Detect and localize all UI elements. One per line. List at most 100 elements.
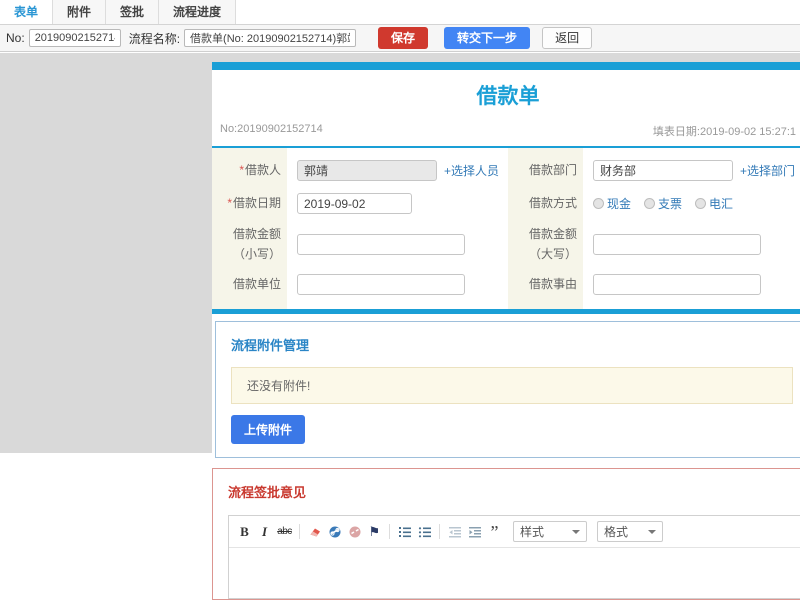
no-label: No: [6,31,25,45]
flag-icon: ⚑ [368,523,381,539]
loan-unit-row: 借款单位 [212,268,508,301]
amount-small-row: 借款金额（小写） [212,220,508,268]
upload-attachment-button[interactable]: 上传附件 [231,415,306,444]
attachment-panel: 流程附件管理 还没有附件! 上传附件 [215,321,800,458]
select-person-link[interactable]: +选择人员 [444,162,499,179]
dropdown-caret-icon [648,529,656,534]
loan-date-input[interactable] [297,193,412,214]
blockquote-button[interactable]: ” [486,521,503,542]
editor-content-area[interactable] [229,548,800,598]
loan-form-panel: 借款单 No:20190902152714 填表日期:2019-09-02 15… [212,62,800,314]
department-input[interactable] [593,160,733,181]
toolbar-separator [439,524,440,539]
required-mark: * [227,196,232,211]
content-column: 借款单 No:20190902152714 填表日期:2019-09-02 15… [212,62,800,600]
method-check-radio[interactable]: 支票 [644,195,682,212]
link-icon [329,526,340,537]
method-wire-radio[interactable]: 电汇 [695,195,733,212]
anchor-button[interactable]: ⚑ [366,523,383,540]
panel-top-bar [212,62,800,70]
fields-right-column: 借款部门 +选择部门 借款方式 现金 支票 电汇 [508,148,800,309]
loan-method-row: 借款方式 现金 支票 电汇 [508,187,800,220]
back-button[interactable]: 返回 [542,27,593,49]
fields-left-column: *借款人 +选择人员 *借款日期 借款金额（小写） [212,148,508,309]
toolbar-separator [299,524,300,539]
command-bar: No: 流程名称: 保存 转交下一步 返回 [0,25,800,52]
quote-icon: ” [490,521,499,542]
italic-icon: I [261,523,268,539]
toolbar-separator [389,524,390,539]
bulleted-list-button[interactable] [416,523,433,540]
required-mark: * [239,163,244,178]
process-name-input[interactable] [184,29,357,47]
workspace-background: 借款单 No:20190902152714 填表日期:2019-09-02 15… [0,53,800,600]
amount-big-row: 借款金额（大写） [508,220,800,268]
loan-unit-label: 借款单位 [232,277,281,292]
approval-panel: 流程签批意见 B I abc ⚑ ” 样式 格式 [212,468,800,600]
form-title: 借款单 [476,85,540,108]
no-input[interactable] [28,29,121,47]
format-dropdown[interactable]: 格式 [597,521,663,542]
department-row: 借款部门 +选择部门 [508,154,800,187]
attachment-heading: 流程附件管理 [231,338,310,353]
bold-button[interactable]: B [236,523,253,540]
forward-next-step-button[interactable]: 转交下一步 [444,27,531,49]
form-meta-row: No:20190902152714 填表日期:2019-09-02 15:27:… [212,123,800,148]
dropdown-caret-icon [572,529,580,534]
numbered-list-button[interactable] [396,523,413,540]
form-no-text: No:20190902152714 [220,123,323,135]
strikethrough-icon: abc [277,526,292,537]
approval-heading: 流程签批意见 [228,485,307,500]
tab-bar-filler [236,0,800,24]
loan-reason-row: 借款事由 [508,268,800,301]
numbered-list-icon [398,526,411,537]
increase-indent-button[interactable] [466,523,483,540]
no-attachment-alert: 还没有附件! [231,367,793,404]
radio-icon [593,198,604,209]
loan-method-label: 借款方式 [528,196,577,211]
loan-reason-input[interactable] [593,274,761,295]
tab-approval[interactable]: 签批 [106,0,160,24]
indent-icon [468,526,481,537]
amount-big-input[interactable] [593,233,761,255]
select-department-link[interactable]: +选择部门 [740,162,795,179]
radio-icon [644,198,656,209]
tab-attachments[interactable]: 附件 [53,0,107,24]
loan-date-label: *借款日期 [227,196,281,211]
tab-form[interactable]: 表单 [0,0,54,24]
panel-bottom-bar [212,309,800,314]
form-date-text: 填表日期:2019-09-02 15:27:1 [652,126,796,138]
borrower-row: *借款人 +选择人员 [212,154,508,187]
unlink-icon [349,526,360,537]
editor-toolbar: B I abc ⚑ ” 样式 格式 [229,516,800,548]
strikethrough-button[interactable]: abc [276,523,293,540]
process-name-label: 流程名称: [128,31,181,46]
bulleted-list-icon [418,526,431,537]
amount-big-label: 借款金额（大写） [528,226,577,261]
loan-reason-label: 借款事由 [528,277,577,292]
outdent-icon [448,526,461,537]
borrower-label: *借款人 [239,163,281,178]
department-label: 借款部门 [528,163,577,178]
unlink-button[interactable] [346,523,363,540]
format-dropdown-label: 格式 [604,525,629,539]
styles-dropdown[interactable]: 样式 [513,521,587,542]
eraser-icon [310,528,320,536]
loan-date-row: *借款日期 [212,187,508,220]
loan-unit-input[interactable] [297,274,465,295]
borrower-input[interactable] [297,160,437,181]
tab-process-progress[interactable]: 流程进度 [159,0,237,24]
bold-icon: B [240,523,249,539]
form-fields: *借款人 +选择人员 *借款日期 借款金额（小写） [212,148,800,309]
amount-small-input[interactable] [297,233,465,255]
decrease-indent-button[interactable] [446,523,463,540]
tab-bar: 表单 附件 签批 流程进度 [0,0,800,25]
remove-format-button[interactable] [306,523,323,540]
amount-small-label: 借款金额（小写） [232,226,281,261]
rich-text-editor: B I abc ⚑ ” 样式 格式 [228,515,800,599]
method-cash-radio[interactable]: 现金 [593,195,631,212]
insert-link-button[interactable] [326,523,343,540]
save-button[interactable]: 保存 [378,27,429,49]
italic-button[interactable]: I [256,523,273,540]
radio-icon [695,198,707,209]
